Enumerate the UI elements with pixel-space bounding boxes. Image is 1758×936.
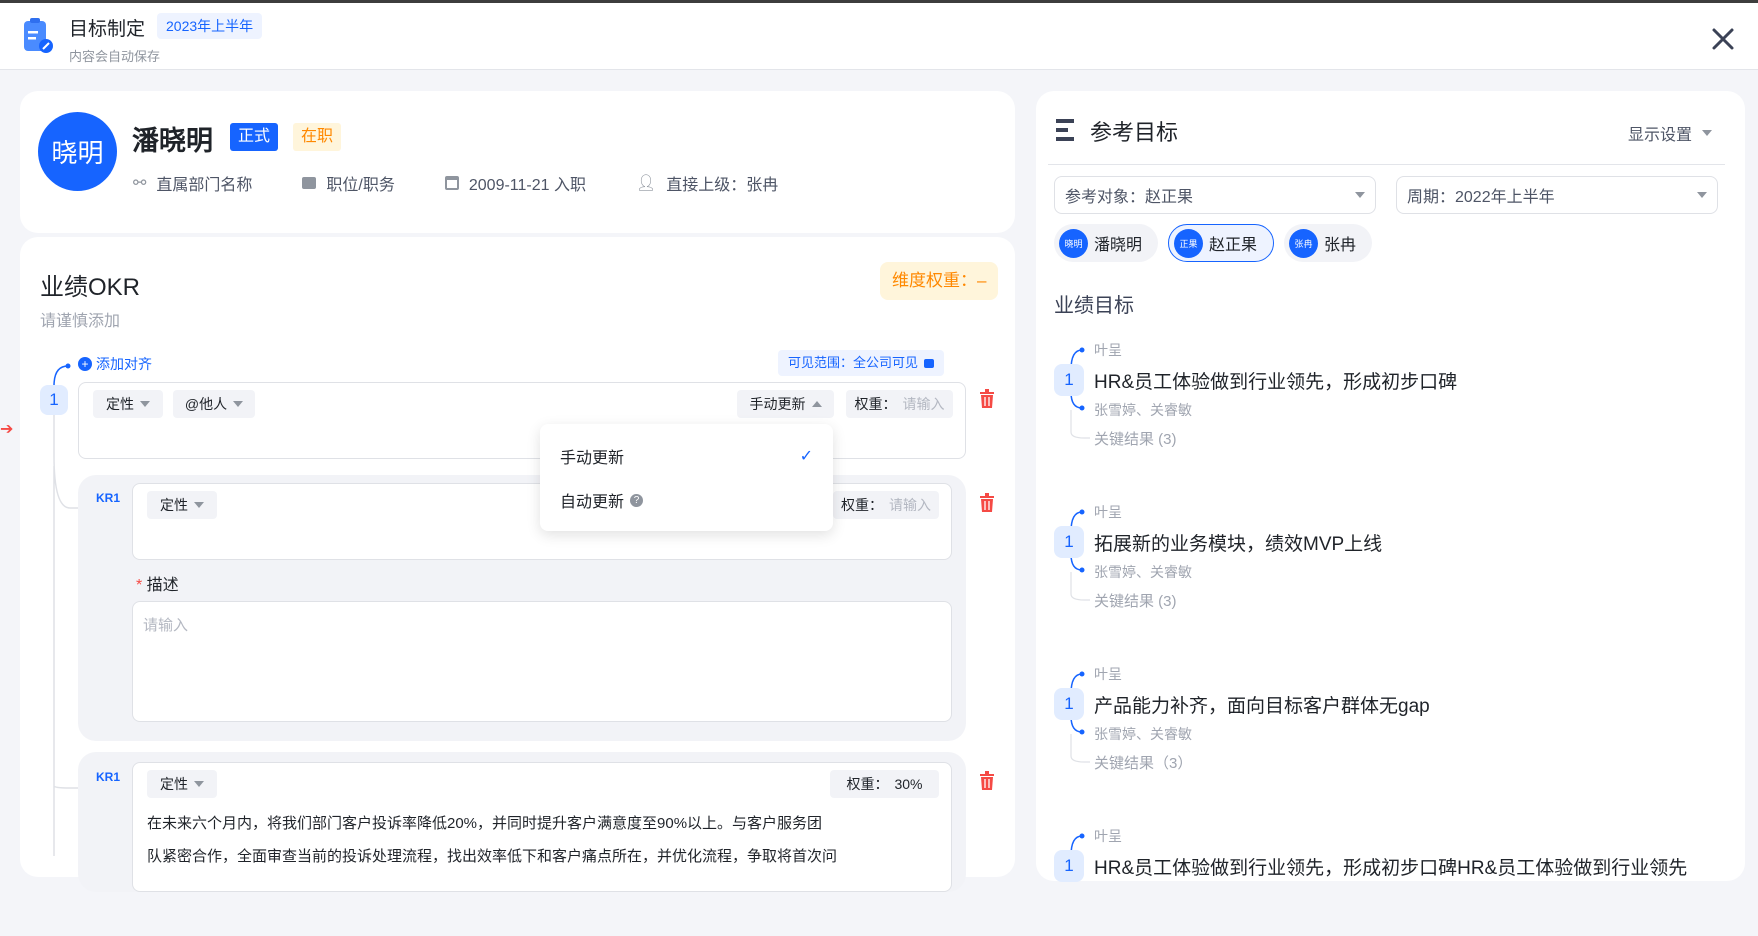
caret-down-icon [194,781,204,787]
reference-goal[interactable]: 叶呈 1 HR&员工体验做到行业领先，形成初步口碑HR&员工体验做到行业领先 [1054,826,1734,936]
kr-input[interactable]: 定性 权重： 30% 在未来六个月内，将我们部门客户投诉率降低20%，并同时提升客… [132,762,952,892]
caret-down-icon [233,401,244,407]
person-chip[interactable]: 晓明 潘晓明 [1054,224,1159,262]
employee-name: 潘晓明 [132,126,213,156]
kr-text-line: 在未来六个月内，将我们部门客户投诉率降低20%，并同时提升客户满意度至90%以上… [147,815,823,832]
caret-down-icon [1697,192,1707,198]
profile-card: 晓明 潘晓明 正式 在职 ⚯ 直属部门名称 职位/职务 2009-11-21 入职… [20,91,1015,233]
caret-up-icon [811,401,822,407]
kr-block: KR1 定性 权重： 30% 在未来六个月内，将我们部门客户投诉率降低20%，并同… [78,752,966,892]
key-results-link[interactable]: 关键结果（3） [1094,752,1192,773]
indent-list-icon [1056,119,1080,141]
calendar-icon [444,176,459,190]
briefcase-icon [302,177,317,189]
key-results-link[interactable]: 关键结果 (3) [1094,428,1177,449]
reference-goal[interactable]: 叶呈 1 拓展新的业务模块，绩效MVP上线 张雪婷、关睿敏 关键结果 (3) [1054,502,1734,612]
goal-index: 1 [1054,688,1084,720]
lock-icon [924,358,935,368]
dropdown-option-auto[interactable]: 自动更新 ? [540,480,833,520]
weight-input[interactable]: 权重： 请输入 [833,491,939,519]
caret-down-icon [194,502,204,508]
delete-kr-icon[interactable] [979,493,995,513]
dimension-weight-badge: 维度权重：– [880,262,999,300]
employment-type-badge: 正式 [230,123,279,151]
display-settings-button[interactable]: 显示设置 [1628,121,1713,145]
reference-goal[interactable]: 叶呈 1 产品能力补齐，面向目标客户群体无gap 张雪婷、关睿敏 关键结果（3） [1054,664,1734,774]
goal-aligned-people: 张雪婷、关睿敏 [1094,564,1192,580]
kr-label: KR1 [96,770,121,784]
kr-text-line: 队紧密合作，全面审查当前的投诉处理流程，找出效率低下和客户痛点所在，并优化流程，… [147,848,838,865]
goal-owner: 叶呈 [1094,504,1122,520]
add-align-button[interactable]: + 添加对齐 [78,354,152,374]
type-select[interactable]: 定性 [147,491,217,519]
person-chip[interactable]: 张冉 张冉 [1284,224,1373,262]
close-icon[interactable] [1711,27,1735,51]
goal-aligned-people: 张雪婷、关睿敏 [1094,402,1192,418]
reference-goal[interactable]: 叶呈 1 HR&员工体验做到行业领先，形成初步口碑 张雪婷、关睿敏 关键结果 (… [1054,340,1734,450]
goal-aligned-people: 张雪婷、关睿敏 [1094,726,1192,742]
goal-index: 1 [1054,526,1084,558]
avatar: 晓明 [1059,228,1088,258]
goal-owner: 叶呈 [1094,342,1122,358]
reference-title: 参考目标 [1090,120,1179,145]
kr-label: KR1 [96,491,121,505]
goal-doc-icon [24,18,53,53]
caret-down-icon [1355,192,1365,198]
dropdown-option-manual[interactable]: 手动更新 ✓ [540,436,833,476]
delete-kr-icon[interactable] [979,771,995,791]
goal-title: 产品能力补齐，面向目标客户群体无gap [1094,696,1430,717]
key-results-link[interactable]: 关键结果 (3) [1094,590,1177,611]
divider [1048,164,1725,165]
manager: 直接上级：张冉 [666,177,779,194]
org-icon: ⚯ [133,175,147,192]
reference-target-select[interactable]: 参考对象：赵正果 [1054,176,1376,214]
visibility-button[interactable]: 可见范围：全公司可见 [778,350,945,376]
delete-objective-icon[interactable] [979,389,995,409]
period-select[interactable]: 周期：2022年上半年 [1396,176,1718,214]
okr-title: 业绩OKR [40,274,141,301]
department: 直属部门名称 [156,177,253,194]
position: 职位/职务 [326,177,395,194]
autosave-hint: 内容会自动保存 [69,49,161,64]
type-select[interactable]: 定性 [147,770,217,798]
help-icon: ? [630,493,644,507]
weight-input[interactable]: 权重： 请输入 [846,390,953,418]
caret-down-icon [1702,130,1713,136]
goal-index: 1 [1054,364,1084,396]
caret-down-icon [140,401,150,407]
goal-index: 1 [1054,850,1084,882]
avatar: 正果 [1174,228,1204,258]
plus-circle-icon: + [78,357,92,371]
goal-title: HR&员工体验做到行业领先，形成初步口碑 [1094,372,1458,393]
description-label: * 描述 [136,577,179,594]
update-mode-dropdown: 手动更新 ✓ 自动更新 ? [540,424,833,531]
user-icon: 👤︎ [635,175,657,192]
goal-title: 拓展新的业务模块，绩效MVP上线 [1094,534,1383,555]
header: 目标制定 2023年上半年 内容会自动保存 [0,3,1758,70]
join-date: 2009-11-21 入职 [468,177,586,194]
goal-owner: 叶呈 [1094,828,1122,844]
avatar: 晓明 [38,112,117,191]
section-title: 业绩目标 [1054,295,1134,317]
arrow-right-icon: ➔ [0,421,14,438]
update-mode-select[interactable]: 手动更新 [737,390,834,418]
avatar: 张冉 [1289,228,1319,258]
weight-input[interactable]: 权重： 30% [830,770,939,798]
description-textarea[interactable]: 请输入 [132,601,952,722]
mention-select[interactable]: @他人 [173,390,255,418]
check-icon: ✓ [799,448,813,465]
objective-index: 1 [40,385,68,415]
period-badge: 2023年上半年 [157,13,263,39]
okr-hint: 请谨慎添加 [40,313,121,330]
person-chip-selected[interactable]: 正果 赵正果 [1168,224,1275,262]
people-chips: 晓明 潘晓明 正果 赵正果 张冉 张冉 [1054,224,1373,262]
type-select[interactable]: 定性 [93,390,163,418]
status-badge: 在职 [293,123,342,151]
goal-owner: 叶呈 [1094,666,1122,682]
goal-title: HR&员工体验做到行业领先，形成初步口碑HR&员工体验做到行业领先 [1094,858,1688,879]
page-title: 目标制定 [69,19,146,40]
